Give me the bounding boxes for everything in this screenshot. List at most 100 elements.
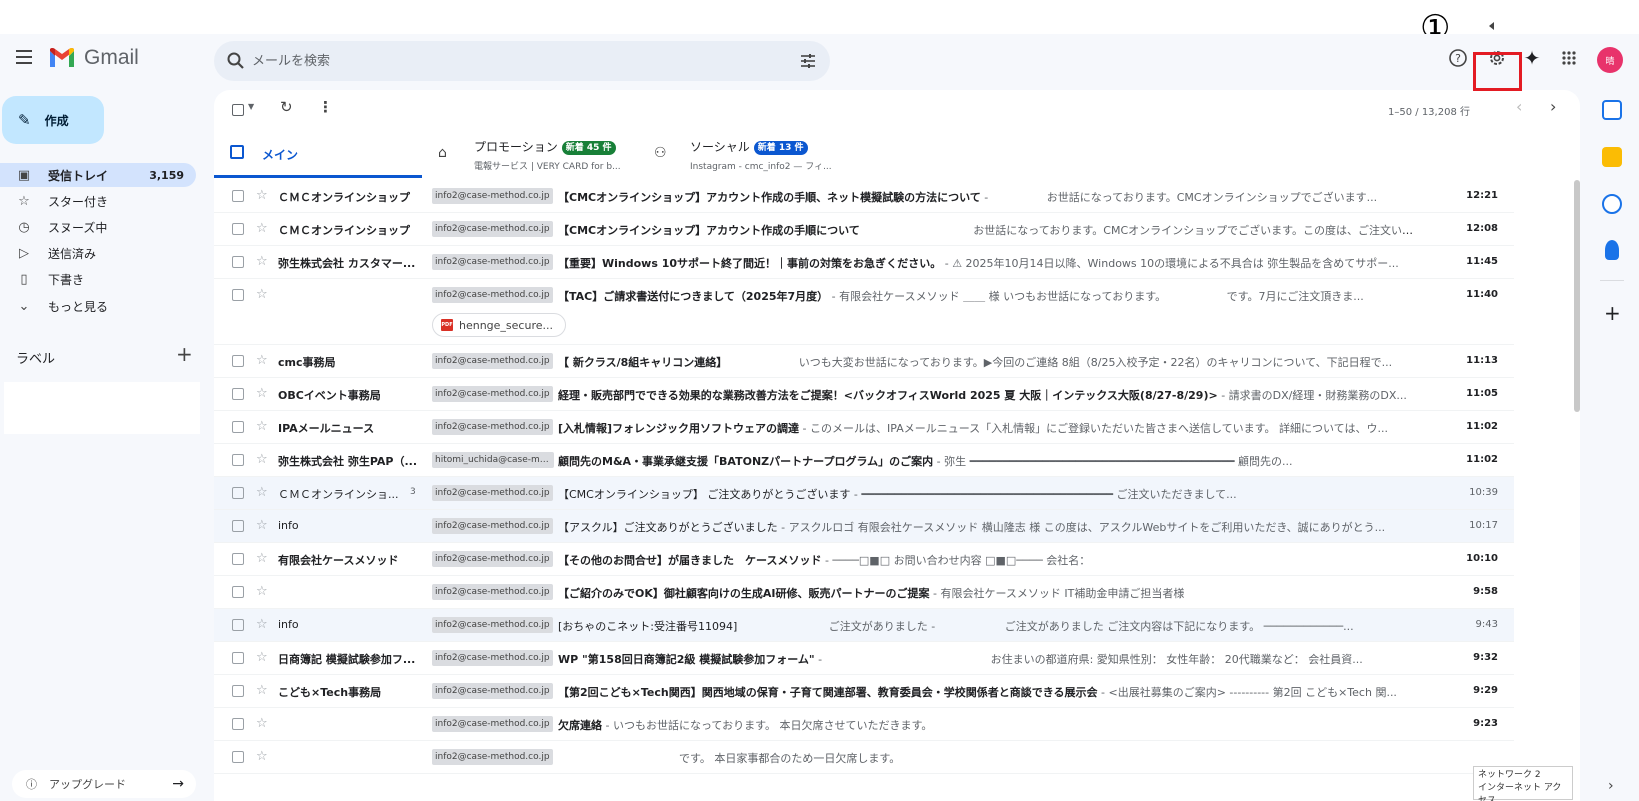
recipient-label[interactable]: info2@case-method.co.jp xyxy=(432,617,553,633)
star-icon[interactable]: ☆ xyxy=(256,485,268,500)
recipient-label[interactable]: info2@case-method.co.jp xyxy=(432,551,553,567)
gmail-logo[interactable]: Gmail xyxy=(48,46,139,70)
select-caret-icon[interactable]: ▼ xyxy=(248,102,254,111)
recipient-label[interactable]: info2@case-method.co.jp xyxy=(432,650,553,666)
recipient-label[interactable]: hitomi_uchida@case-meth... xyxy=(432,452,554,468)
keep-icon[interactable] xyxy=(1602,147,1622,167)
search-input[interactable] xyxy=(252,47,752,75)
row-checkbox[interactable] xyxy=(232,619,244,631)
recipient-label[interactable]: info2@case-method.co.jp xyxy=(432,485,553,501)
row-checkbox[interactable] xyxy=(232,223,244,235)
star-icon[interactable]: ☆ xyxy=(256,254,268,269)
contacts-icon[interactable] xyxy=(1605,240,1619,260)
star-icon[interactable]: ☆ xyxy=(256,551,268,566)
star-icon[interactable]: ☆ xyxy=(256,287,268,302)
attachment-chip[interactable]: PDF hennge_secure... xyxy=(432,313,566,337)
email-row[interactable]: ☆ 有限会社ケースメソッド info2@case-method.co.jp 【その他の… xyxy=(214,543,1514,576)
email-row[interactable]: ☆ こども×Tech事務局 info2@case-method.co.jp 【第2回こ… xyxy=(214,675,1514,708)
row-checkbox[interactable] xyxy=(232,586,244,598)
tab-promotions[interactable]: ⌂ プロモーション 新着 45 件 電報サービス | VERY CARD for … xyxy=(422,130,638,178)
star-icon[interactable]: ☆ xyxy=(256,650,268,665)
star-icon[interactable]: ☆ xyxy=(256,584,268,599)
star-icon[interactable]: ☆ xyxy=(256,221,268,236)
star-icon[interactable]: ☆ xyxy=(256,452,268,467)
prev-page-button[interactable]: ‹ xyxy=(1516,97,1522,116)
chevron-right-icon[interactable]: › xyxy=(1608,778,1614,794)
star-icon[interactable]: ☆ xyxy=(256,419,268,434)
row-checkbox[interactable] xyxy=(232,553,244,565)
search-options-icon[interactable] xyxy=(798,51,818,71)
list-scrollbar[interactable] xyxy=(1574,180,1580,412)
row-checkbox[interactable] xyxy=(232,652,244,664)
account-avatar[interactable]: 晴 xyxy=(1597,47,1623,73)
row-checkbox[interactable] xyxy=(232,751,244,763)
star-icon[interactable]: ☆ xyxy=(256,386,268,401)
recipient-label[interactable]: info2@case-method.co.jp xyxy=(432,353,553,369)
star-icon[interactable]: ☆ xyxy=(256,188,268,203)
row-checkbox[interactable] xyxy=(232,520,244,532)
gemini-sparkle-icon[interactable]: ✦ xyxy=(1520,46,1544,70)
search-icon[interactable] xyxy=(226,51,246,71)
row-checkbox[interactable] xyxy=(232,487,244,499)
tab-social[interactable]: ⚇ ソーシャル 新着 13 件 Instagram - cmc_info2 — フ… xyxy=(638,130,854,178)
sidebar-item-snoozed[interactable]: ◷ スヌーズ中 xyxy=(0,215,196,239)
star-icon[interactable]: ☆ xyxy=(256,716,268,731)
star-icon[interactable]: ☆ xyxy=(256,749,268,764)
refresh-icon[interactable]: ↻ xyxy=(280,98,293,116)
add-addon-icon[interactable]: + xyxy=(1604,301,1621,325)
email-row[interactable]: ☆ ＣＭＣオンラインショ... 3 info2@case-method.co.jp 【C… xyxy=(214,477,1514,510)
email-row[interactable]: ☆ cmc事務局 info2@case-method.co.jp 【 新クラス/8組キ… xyxy=(214,345,1514,378)
recipient-label[interactable]: info2@case-method.co.jp xyxy=(432,287,553,303)
compose-button[interactable]: ✎ 作成 xyxy=(2,96,104,144)
recipient-label[interactable]: info2@case-method.co.jp xyxy=(432,254,553,270)
tab-primary[interactable]: メイン xyxy=(214,130,422,178)
email-row[interactable]: ☆ info info2@case-method.co.jp [おちゃのこネット:受注… xyxy=(214,609,1514,642)
recipient-label[interactable]: info2@case-method.co.jp xyxy=(432,419,553,435)
recipient-label[interactable]: info2@case-method.co.jp xyxy=(432,584,553,600)
row-checkbox[interactable] xyxy=(232,355,244,367)
recipient-label[interactable]: info2@case-method.co.jp xyxy=(432,683,553,699)
email-row[interactable]: ☆ IPAメールニュース info2@case-method.co.jp [入札情報]… xyxy=(214,411,1514,444)
calendar-icon[interactable] xyxy=(1602,100,1622,120)
email-row[interactable]: ☆ info2@case-method.co.jp です。 本日家事都合のため一日… xyxy=(214,741,1514,774)
row-checkbox[interactable] xyxy=(232,718,244,730)
tasks-icon[interactable] xyxy=(1602,194,1622,214)
star-icon[interactable]: ☆ xyxy=(256,617,268,632)
email-row[interactable]: ☆ ＣＭＣオンラインショップ info2@case-method.co.jp 【CMC… xyxy=(214,180,1514,213)
more-vert-icon[interactable]: ⋮ xyxy=(318,98,333,116)
add-label-button[interactable]: + xyxy=(176,342,193,366)
recipient-label[interactable]: info2@case-method.co.jp xyxy=(432,518,553,534)
sidebar-item-more[interactable]: ⌄ もっと見る xyxy=(0,294,196,318)
star-icon[interactable]: ☆ xyxy=(256,518,268,533)
main-menu-button[interactable] xyxy=(12,46,36,70)
recipient-label[interactable]: info2@case-method.co.jp xyxy=(432,749,553,765)
email-row[interactable]: ☆ 弥生株式会社 弥生PAP（... hitomi_uchida@case-meth… xyxy=(214,444,1514,477)
email-row[interactable]: ☆ 日商簿記 模擬試験参加フ... info2@case-method.co.jp W… xyxy=(214,642,1514,675)
row-checkbox[interactable] xyxy=(232,454,244,466)
google-apps-icon[interactable] xyxy=(1557,46,1581,70)
sidebar-item-drafts[interactable]: ▯ 下書き xyxy=(0,267,196,291)
email-row[interactable]: ☆ 弥生株式会社 カスタマー... info2@case-method.co.jp 【… xyxy=(214,246,1514,279)
upgrade-button[interactable]: ⓘ アップグレード → xyxy=(12,770,196,798)
recipient-label[interactable]: info2@case-method.co.jp xyxy=(432,716,553,732)
email-row[interactable]: ☆ OBCイベント事務局 info2@case-method.co.jp 経理・販売部… xyxy=(214,378,1514,411)
row-checkbox[interactable] xyxy=(232,256,244,268)
next-page-button[interactable]: › xyxy=(1550,97,1556,116)
sidebar-item-inbox[interactable]: ▣ 受信トレイ 3,159 xyxy=(0,163,196,187)
star-icon[interactable]: ☆ xyxy=(256,683,268,698)
sidebar-item-sent[interactable]: ▷ 送信済み xyxy=(0,241,196,265)
help-icon[interactable]: ? xyxy=(1446,46,1470,70)
sidebar-item-starred[interactable]: ☆ スター付き xyxy=(0,189,196,213)
recipient-label[interactable]: info2@case-method.co.jp xyxy=(432,221,553,237)
select-all-checkbox[interactable] xyxy=(232,104,244,116)
row-checkbox[interactable] xyxy=(232,388,244,400)
recipient-label[interactable]: info2@case-method.co.jp xyxy=(432,188,553,204)
search-bar[interactable] xyxy=(214,41,830,81)
row-checkbox[interactable] xyxy=(232,289,244,301)
row-checkbox[interactable] xyxy=(232,190,244,202)
row-checkbox[interactable] xyxy=(232,421,244,433)
email-row[interactable]: ☆ info2@case-method.co.jp 欠席連絡 - いつもお世話になっ… xyxy=(214,708,1514,741)
row-checkbox[interactable] xyxy=(232,685,244,697)
email-row[interactable]: ☆ info2@case-method.co.jp 【ご紹介のみでOK】御社顧客向け… xyxy=(214,576,1514,609)
email-row[interactable]: ☆ info info2@case-method.co.jp 【アスクル】ご注文ありが… xyxy=(214,510,1514,543)
